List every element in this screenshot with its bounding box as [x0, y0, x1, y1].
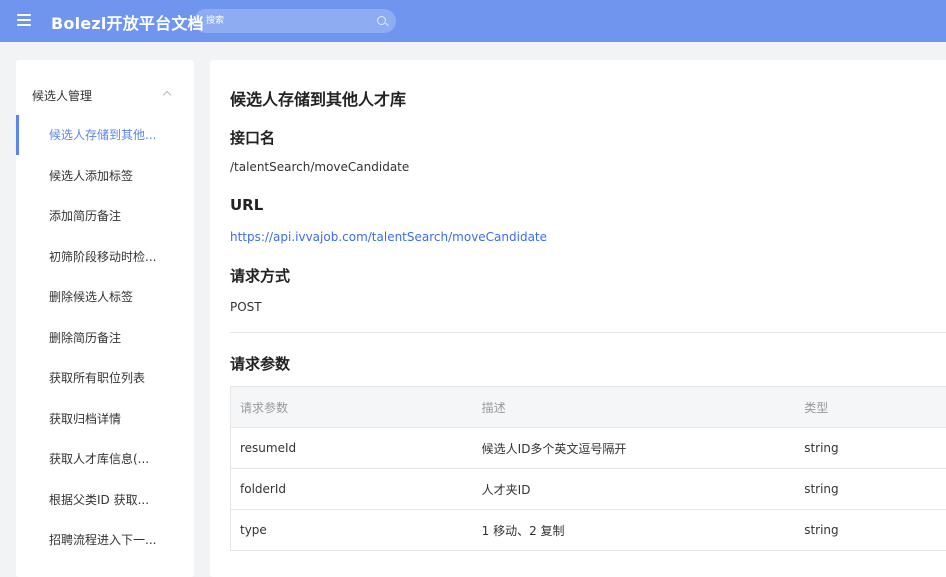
table-row: folderId 人才夹ID string: [231, 469, 946, 510]
params-table: 请求参数 描述 类型 resumeId 候选人ID多个英文逗号隔开 string…: [230, 386, 946, 551]
main-content: 候选人存储到其他人才库 接口名 /talentSearch/moveCandid…: [210, 60, 946, 577]
sidebar-item-job-list[interactable]: 获取所有职位列表: [16, 358, 194, 398]
header-param: 请求参数: [240, 400, 289, 415]
sidebar-item-screening-check[interactable]: 初筛阶段移动时检...: [16, 237, 194, 277]
page-title: 候选人存储到其他人才库: [230, 90, 407, 109]
header-description: 描述: [481, 400, 506, 415]
menu-icon[interactable]: [17, 14, 31, 26]
sidebar-item-delete-tag[interactable]: 删除候选人标签: [16, 277, 194, 317]
sidebar-item-talent-pool-info[interactable]: 获取人才库信息(...: [16, 439, 194, 479]
table-header-row: 请求参数 描述 类型: [231, 387, 946, 428]
brand-title[interactable]: Bolezl开放平台文档: [51, 10, 204, 34]
sidebar: 候选人管理 候选人存储到其他... 候选人添加标签 添加简历备注 初筛阶段移动时…: [16, 60, 194, 577]
search-box[interactable]: [194, 9, 396, 33]
section-divider: [230, 332, 946, 333]
param-description: 候选人ID多个英文逗号隔开: [481, 441, 627, 456]
sidebar-item-add-note[interactable]: 添加简历备注: [16, 196, 194, 236]
sidebar-item-add-tag[interactable]: 候选人添加标签: [16, 156, 194, 196]
sidebar-item-delete-note[interactable]: 删除简历备注: [16, 318, 194, 358]
sidebar-group-title[interactable]: 候选人管理: [32, 87, 92, 104]
sidebar-item-move-candidate[interactable]: 候选人存储到其他...: [16, 115, 194, 155]
top-bar: Bolezl开放平台文档: [0, 0, 946, 42]
table-row: resumeId 候选人ID多个英文逗号隔开 string: [231, 428, 946, 469]
header-type: 类型: [804, 400, 829, 415]
sidebar-item-next-stage[interactable]: 招聘流程进入下一...: [16, 520, 194, 560]
param-description: 1 移动、2 复制: [481, 523, 565, 538]
sidebar-item-archive-detail[interactable]: 获取归档详情: [16, 399, 194, 439]
api-name-value: /talentSearch/moveCandidate: [230, 160, 410, 174]
param-name: type: [240, 523, 267, 537]
param-type: string: [804, 523, 839, 537]
api-url-link[interactable]: https://api.ivvajob.com/talentSearch/mov…: [230, 230, 547, 244]
api-name-heading: 接口名: [230, 129, 276, 147]
table-row: type 1 移动、2 复制 string: [231, 510, 946, 551]
param-type: string: [804, 482, 839, 496]
method-value: POST: [230, 300, 262, 314]
search-icon[interactable]: [377, 16, 386, 25]
param-type: string: [804, 441, 839, 455]
url-heading: URL: [230, 196, 264, 214]
param-name: resumeId: [240, 441, 297, 455]
method-heading: 请求方式: [230, 267, 291, 285]
param-description: 人才夹ID: [481, 482, 531, 497]
chevron-up-icon[interactable]: [162, 90, 172, 100]
param-name: folderId: [240, 482, 286, 496]
params-heading: 请求参数: [230, 355, 291, 373]
search-input[interactable]: [194, 9, 396, 33]
sidebar-item-by-parent-id[interactable]: 根据父类ID 获取...: [16, 480, 194, 520]
